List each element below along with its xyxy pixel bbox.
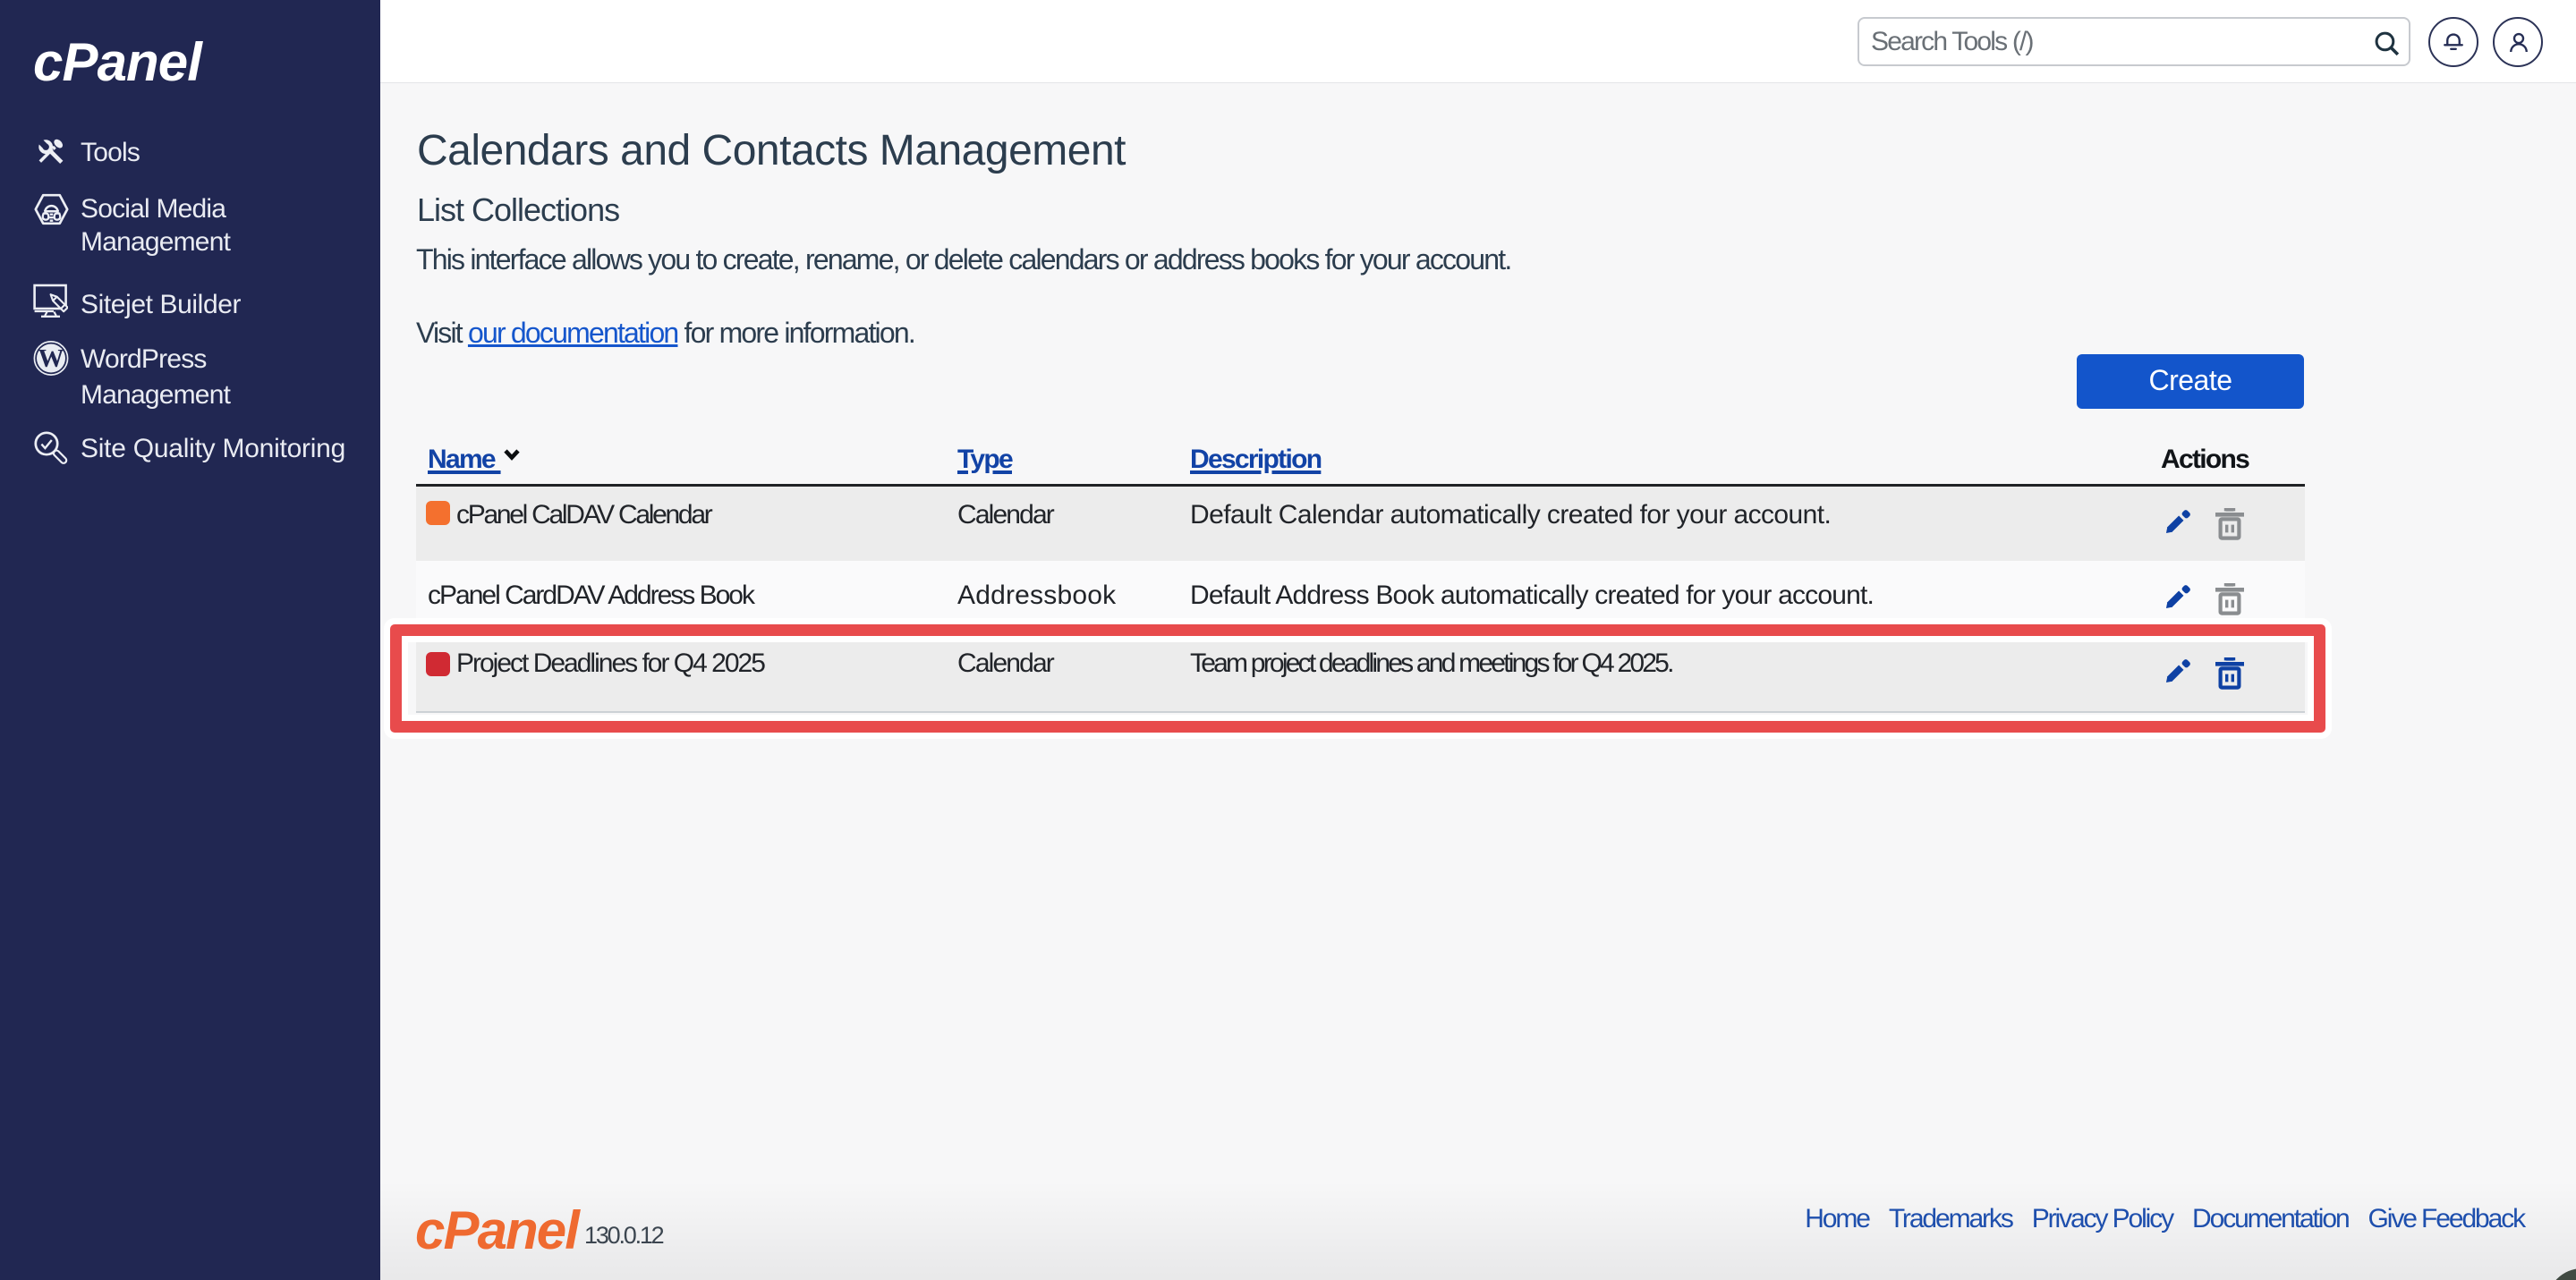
svg-text:W: W <box>38 344 64 373</box>
